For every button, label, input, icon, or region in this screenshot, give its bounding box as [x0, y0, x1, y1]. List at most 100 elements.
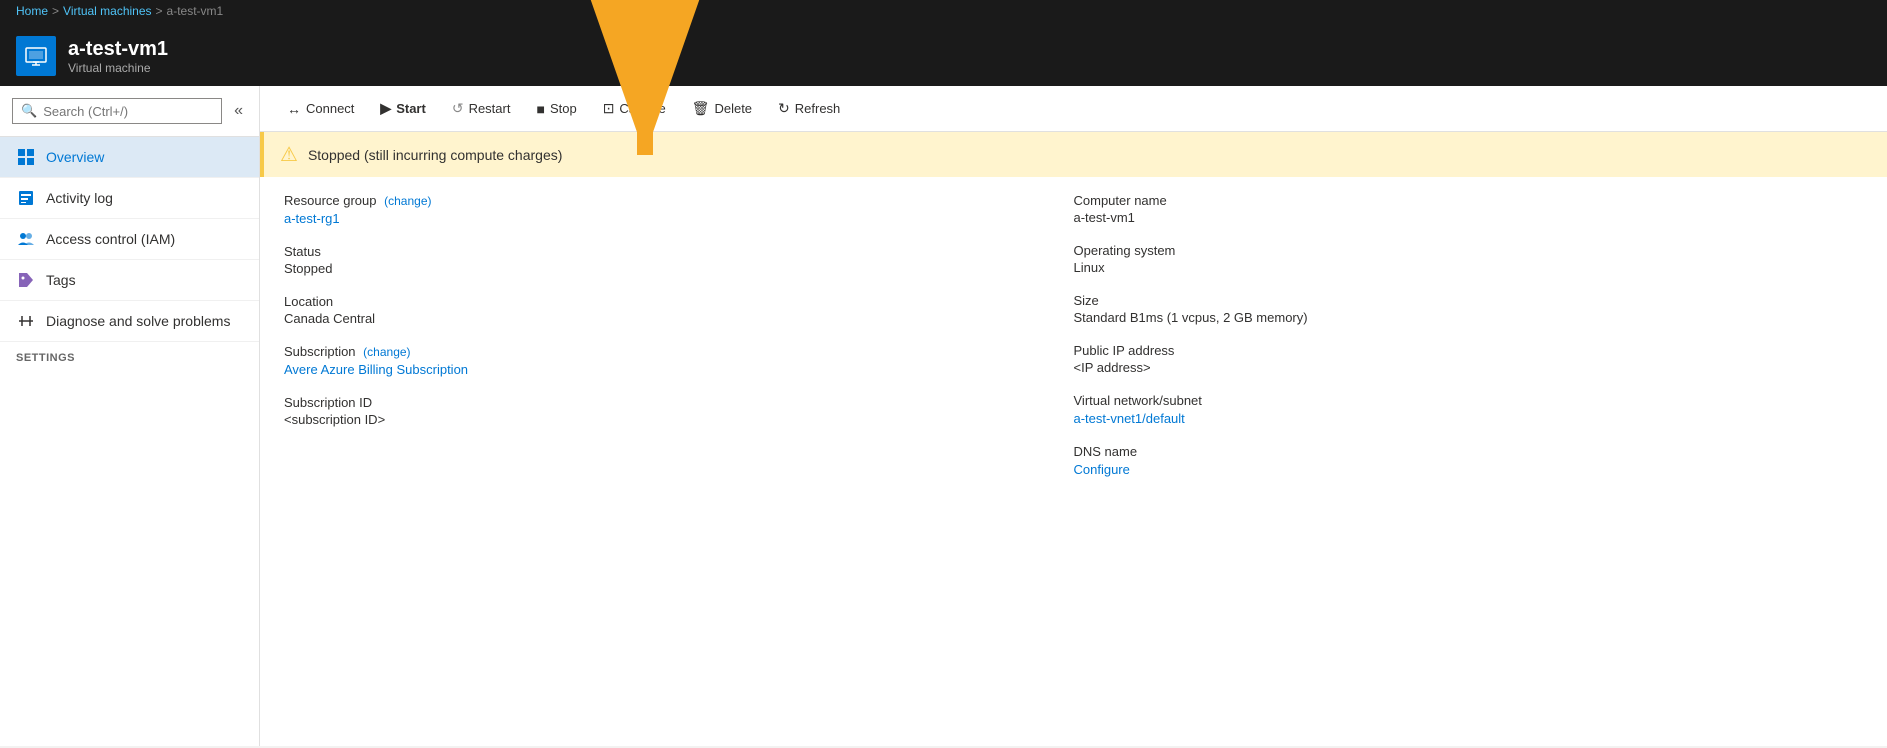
diagnose-icon: [16, 311, 36, 331]
sidebar-item-diagnose-label: Diagnose and solve problems: [46, 313, 230, 329]
sidebar-item-diagnose[interactable]: Diagnose and solve problems: [0, 301, 259, 342]
detail-subscription-id: Subscription ID <subscription ID>: [284, 395, 1074, 427]
location-label: Location: [284, 294, 1074, 309]
location-value: Canada Central: [284, 311, 1074, 326]
refresh-label: Refresh: [795, 101, 841, 116]
status-label: Status: [284, 244, 1074, 259]
sidebar-item-activity-log[interactable]: Activity log: [0, 178, 259, 219]
stop-icon: ■: [536, 101, 544, 117]
details-left-column: Resource group (change) a-test-rg1 Statu…: [284, 193, 1074, 730]
page-subtitle: Virtual machine: [68, 61, 168, 75]
resource-group-change[interactable]: (change): [384, 194, 431, 208]
settings-section-header: SETTINGS: [0, 342, 259, 368]
size-value: Standard B1ms (1 vcpus, 2 GB memory): [1074, 310, 1864, 325]
details-grid: Resource group (change) a-test-rg1 Statu…: [260, 177, 1887, 746]
capture-button[interactable]: ⊡ Capture: [592, 94, 677, 123]
subscription-id-label: Subscription ID: [284, 395, 1074, 410]
search-input-wrap[interactable]: 🔍: [12, 98, 222, 124]
delete-button[interactable]: 🗑 Delete: [681, 94, 763, 123]
main-layout: 🔍 « Overview: [0, 86, 1887, 746]
detail-location: Location Canada Central: [284, 294, 1074, 326]
capture-icon: ⊡: [603, 100, 615, 117]
start-button[interactable]: ▶ Start: [369, 94, 436, 123]
start-label: Start: [396, 101, 426, 116]
vnet-value[interactable]: a-test-vnet1/default: [1074, 411, 1185, 426]
computer-name-value: a-test-vm1: [1074, 210, 1864, 225]
sidebar-item-access-control-label: Access control (IAM): [46, 231, 175, 247]
subscription-id-value: <subscription ID>: [284, 412, 1074, 427]
breadcrumb-current: a-test-vm1: [167, 4, 224, 18]
os-value: Linux: [1074, 260, 1864, 275]
resource-group-value[interactable]: a-test-rg1: [284, 211, 340, 226]
size-label: Size: [1074, 293, 1864, 308]
detail-size: Size Standard B1ms (1 vcpus, 2 GB memory…: [1074, 293, 1864, 325]
connect-icon: ↔: [287, 101, 301, 117]
sidebar-item-activity-log-label: Activity log: [46, 190, 113, 206]
warning-icon: ⚠: [280, 142, 298, 167]
connect-button[interactable]: ↔ Connect: [276, 95, 365, 123]
detail-subscription: Subscription (change) Avere Azure Billin…: [284, 344, 1074, 377]
sidebar-item-access-control[interactable]: Access control (IAM): [0, 219, 259, 260]
subscription-change[interactable]: (change): [363, 345, 410, 359]
page-title: a-test-vm1: [68, 38, 168, 61]
delete-icon: 🗑: [692, 100, 710, 117]
search-input[interactable]: [43, 104, 213, 119]
status-value: Stopped: [284, 261, 1074, 276]
search-icon: 🔍: [21, 103, 37, 119]
subscription-label: Subscription: [284, 344, 356, 359]
capture-label: Capture: [619, 101, 665, 116]
breadcrumb-sep1: >: [52, 4, 59, 18]
breadcrumb-sep2: >: [156, 4, 163, 18]
collapse-sidebar-button[interactable]: «: [230, 100, 247, 122]
breadcrumb-home[interactable]: Home: [16, 4, 48, 18]
stop-label: Stop: [550, 101, 577, 116]
restart-label: Restart: [469, 101, 511, 116]
os-label: Operating system: [1074, 243, 1864, 258]
refresh-icon: ↻: [778, 100, 790, 117]
content-area: ↔ Connect ▶ Start ↺ Restart ■ Stop ⊡ Cap…: [260, 86, 1887, 746]
sidebar-item-tags[interactable]: Tags: [0, 260, 259, 301]
toolbar: ↔ Connect ▶ Start ↺ Restart ■ Stop ⊡ Cap…: [260, 86, 1887, 132]
dns-value[interactable]: Configure: [1074, 462, 1130, 477]
sidebar-item-overview[interactable]: Overview: [0, 137, 259, 178]
dns-label: DNS name: [1074, 444, 1864, 459]
stop-button[interactable]: ■ Stop: [525, 95, 587, 123]
detail-computer-name: Computer name a-test-vm1: [1074, 193, 1864, 225]
restart-icon: ↺: [452, 100, 464, 117]
detail-dns: DNS name Configure: [1074, 444, 1864, 477]
resource-group-label: Resource group: [284, 193, 377, 208]
detail-public-ip: Public IP address <IP address>: [1074, 343, 1864, 375]
breadcrumb: Home > Virtual machines > a-test-vm1: [0, 0, 1887, 26]
detail-resource-group: Resource group (change) a-test-rg1: [284, 193, 1074, 226]
computer-name-label: Computer name: [1074, 193, 1864, 208]
tags-icon: [16, 270, 36, 290]
connect-label: Connect: [306, 101, 354, 116]
search-bar: 🔍 «: [0, 86, 259, 137]
detail-vnet: Virtual network/subnet a-test-vnet1/defa…: [1074, 393, 1864, 426]
start-icon: ▶: [380, 100, 391, 117]
vm-svg-icon: [24, 44, 48, 68]
details-right-column: Computer name a-test-vm1 Operating syste…: [1074, 193, 1864, 730]
sidebar: 🔍 « Overview: [0, 86, 260, 746]
restart-button[interactable]: ↺ Restart: [441, 94, 522, 123]
public-ip-value: <IP address>: [1074, 360, 1864, 375]
detail-status: Status Stopped: [284, 244, 1074, 276]
warning-banner: ⚠ Stopped (still incurring compute charg…: [260, 132, 1887, 177]
detail-os: Operating system Linux: [1074, 243, 1864, 275]
public-ip-label: Public IP address: [1074, 343, 1864, 358]
access-control-icon: [16, 229, 36, 249]
breadcrumb-vms[interactable]: Virtual machines: [63, 4, 152, 18]
overview-icon: [16, 147, 36, 167]
subscription-value[interactable]: Avere Azure Billing Subscription: [284, 362, 468, 377]
warning-message: Stopped (still incurring compute charges…: [308, 147, 562, 163]
header-title-block: a-test-vm1 Virtual machine: [68, 38, 168, 75]
refresh-button[interactable]: ↻ Refresh: [767, 94, 851, 123]
sidebar-item-overview-label: Overview: [46, 149, 104, 165]
page-header: a-test-vm1 Virtual machine: [0, 26, 1887, 86]
sidebar-item-tags-label: Tags: [46, 272, 76, 288]
activity-log-icon: [16, 188, 36, 208]
delete-label: Delete: [714, 101, 752, 116]
vm-icon: [16, 36, 56, 76]
vnet-label: Virtual network/subnet: [1074, 393, 1864, 408]
nav-items: Overview Activity log: [0, 137, 259, 746]
